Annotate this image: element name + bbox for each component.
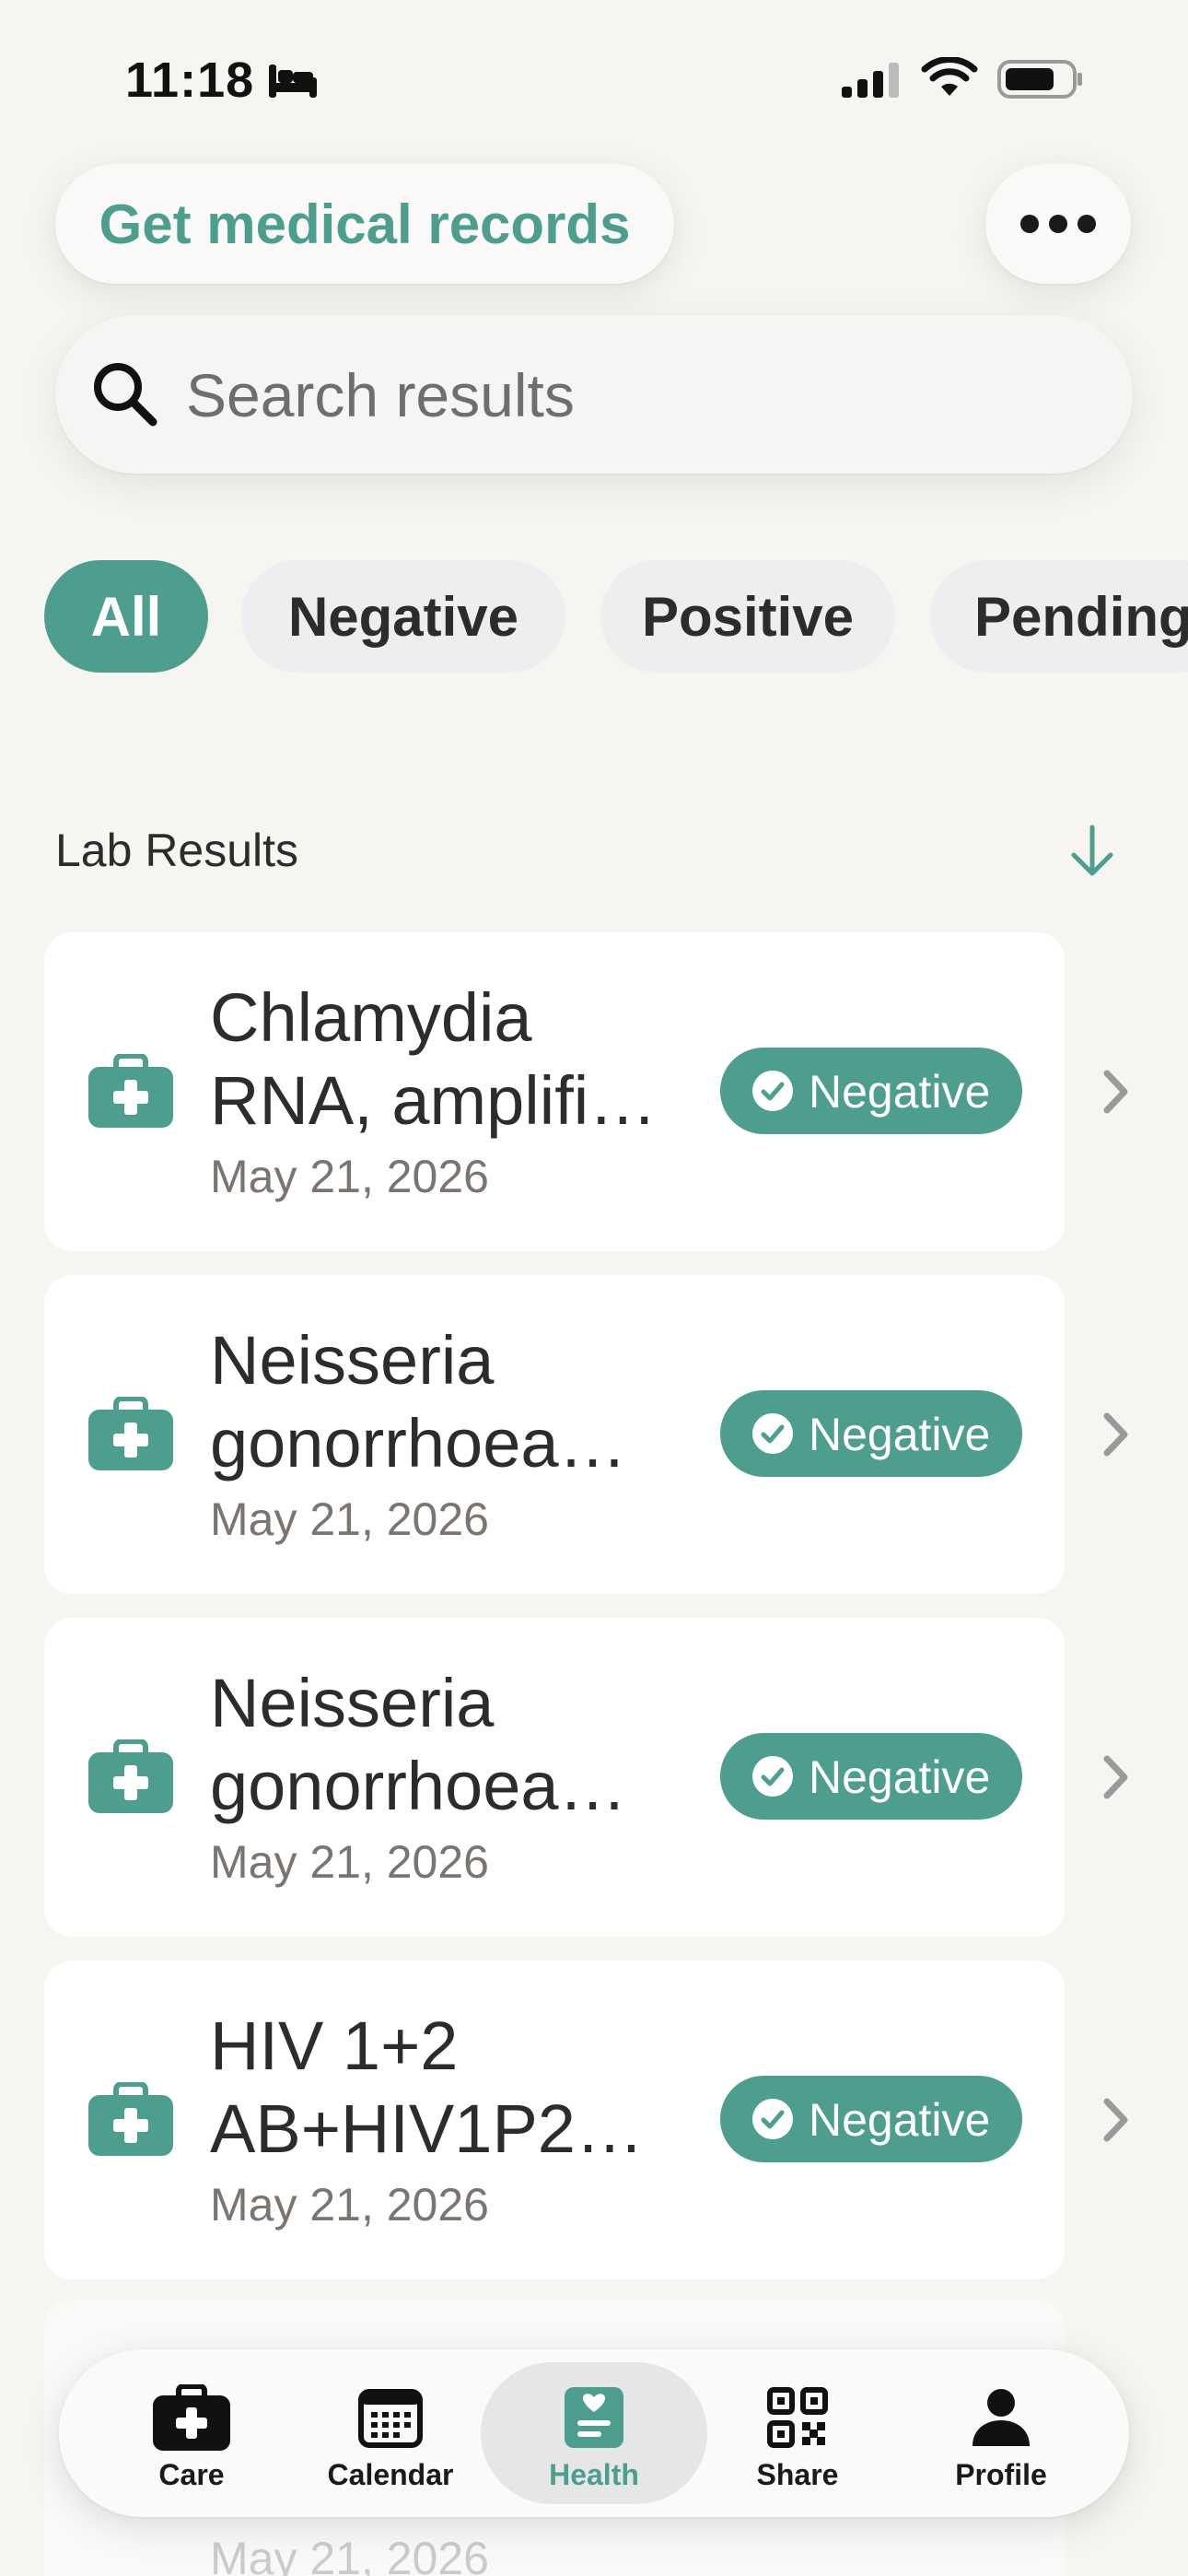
chevron-right-icon[interactable] — [1101, 1754, 1129, 1800]
filter-chip-negative[interactable]: Negative — [241, 560, 565, 673]
chevron-right-icon[interactable] — [1101, 2097, 1129, 2143]
check-circle-icon — [752, 1071, 793, 1111]
result-date: May 21, 2026 — [210, 1836, 489, 1888]
lab-result-card[interactable]: HIV 1+2 AB+HIV1P2… May 21, 2026 Negative — [44, 1961, 1065, 2279]
tab-share[interactable]: Share — [696, 2349, 899, 2517]
result-title: Neisseria gonorrhoea… — [210, 1665, 627, 1824]
result-date: May 21, 2026 — [210, 1151, 489, 1202]
medical-kit-icon — [88, 1397, 173, 1470]
medical-kit-icon — [153, 2384, 230, 2451]
status-bar: 11:18 — [0, 0, 1188, 157]
result-date: May 21, 2026 — [210, 1493, 489, 1545]
chevron-right-icon[interactable] — [1101, 1411, 1129, 1458]
search-input[interactable] — [184, 315, 1090, 475]
status-badge: Negative — [720, 1390, 1022, 1477]
ellipsis-icon — [1020, 215, 1096, 233]
filter-chip-pending[interactable]: Pending — [930, 560, 1188, 673]
arrow-down-icon[interactable] — [1066, 824, 1118, 879]
filter-chip-all[interactable]: All — [44, 560, 208, 673]
result-date: May 21, 2026 — [210, 2179, 489, 2231]
search-icon — [94, 363, 157, 427]
sleep-focus-icon — [269, 64, 317, 98]
check-circle-icon — [752, 1413, 793, 1454]
more-options-button[interactable] — [985, 164, 1131, 284]
medical-kit-icon — [88, 1739, 173, 1813]
lab-result-card[interactable]: Neisseria gonorrhoea… May 21, 2026 Negat… — [44, 1618, 1065, 1937]
filter-chips: All Negative Positive Pending — [0, 560, 1188, 676]
tab-care[interactable]: Care — [90, 2349, 293, 2517]
tab-bar: Care Calendar Health Share Profile — [59, 2349, 1129, 2517]
cellular-signal-icon — [842, 63, 899, 98]
chevron-right-icon[interactable] — [1101, 1069, 1129, 1115]
status-time: 11:18 — [125, 53, 255, 108]
filter-chip-positive[interactable]: Positive — [600, 560, 895, 673]
check-circle-icon — [752, 2099, 793, 2139]
tab-health[interactable]: Health — [493, 2349, 695, 2517]
lab-result-card[interactable]: Chlamydia RNA, amplifi… May 21, 2026 Neg… — [44, 932, 1065, 1251]
calendar-icon — [358, 2389, 423, 2448]
result-date: May 21, 2026 — [210, 2533, 489, 2576]
qr-code-icon — [767, 2387, 828, 2448]
tab-profile[interactable]: Profile — [900, 2349, 1102, 2517]
section-title: Lab Results — [55, 825, 299, 876]
status-badge: Negative — [720, 1048, 1022, 1134]
status-badge: Negative — [720, 2076, 1022, 2162]
medical-kit-icon — [88, 1054, 173, 1128]
medical-kit-icon — [88, 2082, 173, 2156]
status-badge: Negative — [720, 1733, 1022, 1820]
get-medical-records-button[interactable]: Get medical records — [55, 164, 674, 284]
battery-icon — [997, 60, 1082, 99]
search-bar[interactable] — [55, 315, 1133, 475]
lab-result-card[interactable]: Neisseria gonorrhoea… May 21, 2026 Negat… — [44, 1275, 1065, 1594]
health-record-icon — [565, 2387, 623, 2448]
check-circle-icon — [752, 1756, 793, 1797]
result-title: Neisseria gonorrhoea… — [210, 1322, 627, 1481]
wifi-icon — [921, 57, 978, 96]
tab-calendar[interactable]: Calendar — [289, 2349, 492, 2517]
person-icon — [973, 2389, 1030, 2446]
result-title: HIV 1+2 AB+HIV1P2… — [210, 2008, 644, 2167]
result-title: Chlamydia RNA, amplifi… — [210, 979, 658, 1139]
